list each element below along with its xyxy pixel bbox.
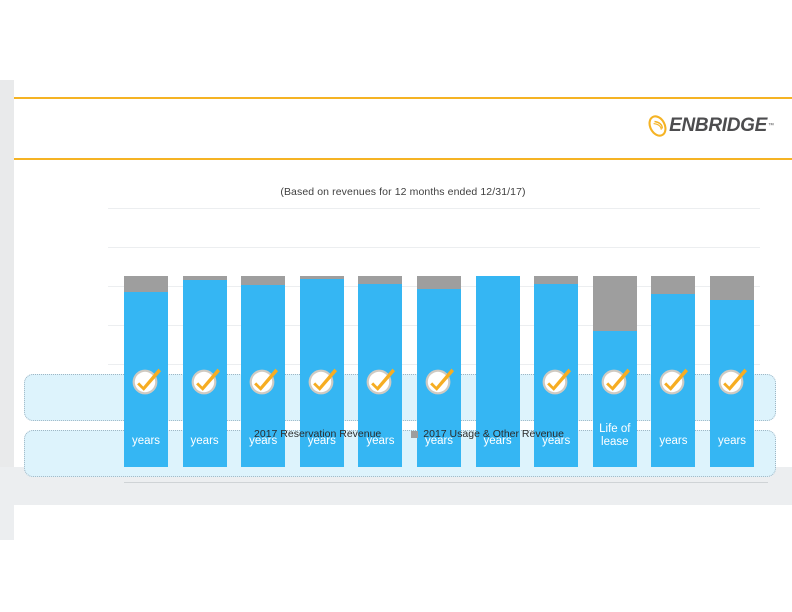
- left-gutter: [0, 80, 14, 505]
- bar-segment-usage-other: [124, 276, 168, 293]
- bar-segment-usage-other: [651, 276, 696, 295]
- check-badge-icon: [717, 365, 748, 396]
- slide-page: ENBRIDGE ™ (Based on revenues for 12 mon…: [0, 0, 792, 612]
- legend-label: 2017 Reservation Revenue: [254, 428, 382, 440]
- slide-footer-area: [14, 505, 792, 565]
- bar-series-layer: years years years years years years years years…: [14, 80, 792, 467]
- chart-legend: 2017 Reservation Revenue 2017 Usage & Oth…: [14, 428, 792, 440]
- check-badge-icon: [541, 365, 572, 396]
- lower-left-gutter: [0, 505, 14, 540]
- check-badge-icon: [365, 365, 396, 396]
- legend-swatch-icon: [242, 430, 250, 438]
- check-badge-icon: [190, 365, 221, 396]
- check-badge-icon: [424, 365, 455, 396]
- legend-label: 2017 Usage & Other Revenue: [423, 428, 564, 440]
- check-badge-icon: [248, 365, 279, 396]
- check-badge-icon: [658, 365, 689, 396]
- check-badge-icon: [131, 365, 162, 396]
- legend-item[interactable]: 2017 Usage & Other Revenue: [411, 428, 564, 440]
- bar-segment-usage-other: [241, 276, 286, 286]
- bar-segment-usage-other: [534, 276, 579, 285]
- legend-swatch-icon: [411, 430, 419, 438]
- check-badge-icon: [307, 365, 338, 396]
- legend-item[interactable]: 2017 Reservation Revenue: [242, 428, 381, 440]
- check-badge-icon: [600, 365, 631, 396]
- bar-segment-usage-other: [710, 276, 754, 301]
- bar-segment-usage-other: [417, 276, 461, 290]
- chart-baseline: [124, 482, 768, 483]
- bar-segment-usage-other: [358, 276, 403, 285]
- bar-segment-usage-other: [592, 276, 637, 332]
- slide-canvas: ENBRIDGE ™ (Based on revenues for 12 mon…: [14, 80, 792, 483]
